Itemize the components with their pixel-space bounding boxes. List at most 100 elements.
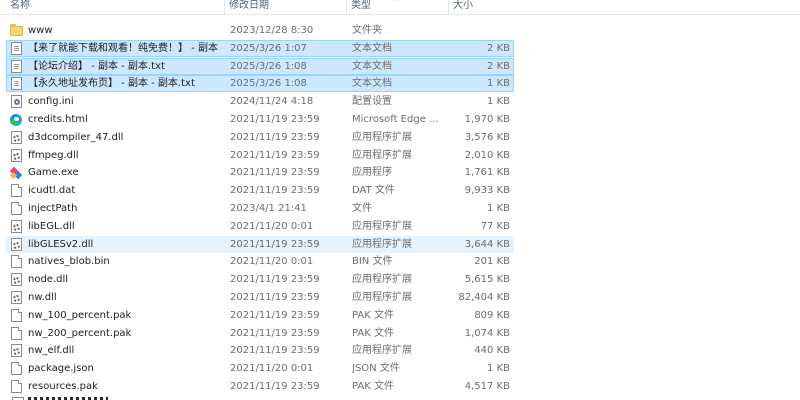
dll-icon (10, 147, 24, 165)
file-row[interactable]: libGLESv2.dll 2021/11/19 23:59 应用程序扩展 3,644… (0, 235, 800, 254)
game-exe-icon (10, 164, 24, 182)
file-date-modified: 2024/11/24 4:18 (230, 96, 314, 108)
file-type: JSON 文件 (352, 363, 400, 375)
file-size: 1 KB (487, 78, 510, 90)
file-row[interactable]: nw_elf.dll 2021/11/19 23:59 应用程序扩展 440 KB (0, 342, 800, 360)
file-size: 1 KB (487, 363, 510, 375)
file-row[interactable]: credits.html 2021/11/19 23:59 Microsoft Ed… (0, 111, 800, 129)
file-name: package.json (28, 363, 94, 375)
file-size (448, 22, 510, 40)
edge-icon (10, 111, 24, 129)
dll-icon (10, 271, 24, 289)
file-name: node.dll (28, 274, 69, 286)
file-row[interactable]: injectPath 2023/4/1 21:41 文件 1 KB (0, 200, 800, 218)
file-type: PAK 文件 (352, 380, 394, 392)
column-header-bar: 名称 修改日期 类型 ^ 大小 (0, 0, 800, 15)
file-size: 1 KB (487, 96, 510, 108)
column-header-date-modified[interactable]: 修改日期 (224, 0, 344, 14)
file-size: 809 KB (474, 309, 510, 321)
file-name: nw_200_percent.pak (28, 327, 132, 339)
file-row[interactable]: natives_blob.bin 2021/11/20 0:01 BIN 文件 201… (0, 253, 800, 271)
dll-icon (10, 218, 24, 236)
file-type: 配置设置 (352, 96, 392, 108)
file-row[interactable]: package.json 2021/11/20 0:01 JSON 文件 1 KB (0, 360, 800, 378)
file-date-modified: 2021/11/19 23:59 (230, 309, 320, 321)
dll-icon (10, 129, 24, 147)
file-type: 应用程序扩展 (352, 131, 412, 143)
file-name: Game.exe (28, 167, 79, 179)
file-size: 2,010 KB (464, 149, 510, 161)
text-document-icon (10, 75, 24, 93)
file-row[interactable]: 【论坛介绍】 - 副本 - 副本.txt 2025/3/26 1:08 文本文档 2 … (0, 57, 800, 76)
file-name: nw_elf.dll (28, 345, 75, 357)
file-name: libEGL.dll (28, 220, 75, 232)
file-size: 3,644 KB (464, 238, 510, 250)
file-size: 201 KB (474, 256, 510, 268)
file-size: 1 KB (487, 202, 510, 214)
file-name: d3dcompiler_47.dll (28, 131, 124, 143)
file-explorer: 名称 修改日期 类型 ^ 大小 www 2023/12/28 8:30 文件夹 【来了… (0, 0, 800, 400)
file-size: 9,933 KB (464, 185, 510, 197)
file-row[interactable]: nw.dll 2021/11/19 23:59 应用程序扩展 82,404 KB (0, 289, 800, 307)
file-date-modified: 2021/11/19 23:59 (230, 274, 320, 286)
file-size: 77 KB (480, 220, 510, 232)
blank-file-icon (10, 253, 24, 271)
settings-file-icon (10, 93, 24, 111)
file-name: natives_blob.bin (28, 256, 110, 268)
file-type: 文本文档 (352, 78, 392, 90)
file-type: 应用程序扩展 (352, 238, 412, 250)
blank-file-icon (10, 325, 24, 343)
file-row[interactable]: resources.pak 2021/11/19 23:59 PAK 文件 4,517… (0, 378, 800, 396)
file-date-modified: 2021/11/19 23:59 (230, 291, 320, 303)
file-row[interactable]: ffmpeg.dll 2021/11/19 23:59 应用程序扩展 2,010 KB (0, 147, 800, 165)
file-name: www (28, 25, 53, 36)
file-name: injectPath (28, 202, 78, 214)
file-type: 应用程序扩展 (352, 291, 412, 303)
blank-file-icon (10, 378, 24, 396)
file-row[interactable]: libEGL.dll 2021/11/20 0:01 应用程序扩展 77 KB (0, 218, 800, 236)
file-name: resources.pak (28, 380, 98, 392)
file-row[interactable]: nw_200_percent.pak 2021/11/19 23:59 PAK 文件… (0, 325, 800, 343)
file-name: ffmpeg.dll (28, 149, 79, 161)
column-header-size[interactable]: 大小 (448, 0, 514, 14)
column-header-name[interactable]: 名称 (6, 0, 222, 14)
file-date-modified: 2021/11/19 23:59 (230, 167, 320, 179)
file-row[interactable]: icudtl.dat 2021/11/19 23:59 DAT 文件 9,933 KB (0, 182, 800, 200)
blank-file-icon (10, 307, 24, 325)
file-row[interactable]: config.ini 2024/11/24 4:18 配置设置 1 KB (0, 93, 800, 111)
folder-icon (10, 22, 24, 40)
file-name: 【永久地址发布页】 - 副本 - 副本.txt (28, 78, 195, 90)
file-date-modified: 2021/11/19 23:59 (230, 131, 320, 143)
file-date-modified: 2021/11/19 23:59 (230, 149, 320, 161)
file-row[interactable]: Game.exe 2021/11/19 23:59 应用程序 1,761 KB (0, 164, 800, 182)
file-size: 1,970 KB (464, 113, 510, 125)
file-type: PAK 文件 (352, 327, 394, 339)
file-date-modified: 2021/11/19 23:59 (230, 185, 320, 197)
file-type: PAK 文件 (352, 309, 394, 321)
file-date-modified: 2021/11/19 23:59 (230, 345, 320, 357)
file-size: 2 KB (487, 42, 510, 54)
file-date-modified: 2025/3/26 1:08 (230, 60, 307, 72)
file-date-modified: 2021/11/20 0:01 (230, 363, 314, 375)
file-type: Microsoft Edge ... (352, 113, 439, 125)
file-name: nw.dll (28, 291, 57, 303)
file-row[interactable]: 【永久地址发布页】 - 副本 - 副本.txt 2025/3/26 1:08 文本文… (0, 75, 800, 93)
file-row[interactable]: nw_100_percent.pak 2021/11/19 23:59 PAK 文件… (0, 307, 800, 325)
file-size: 1,074 KB (464, 327, 510, 339)
file-row[interactable]: d3dcompiler_47.dll 2021/11/19 23:59 应用程序扩展… (0, 129, 800, 147)
file-name: icudtl.dat (28, 185, 76, 197)
file-row[interactable]: www 2023/12/28 8:30 文件夹 (0, 22, 800, 40)
file-type: 文件夹 (352, 25, 382, 36)
file-name: nw_100_percent.pak (28, 309, 132, 321)
file-date-modified: 2021/11/20 0:01 (230, 220, 314, 232)
file-row[interactable]: node.dll 2021/11/19 23:59 应用程序扩展 5,615 KB (0, 271, 800, 289)
file-date-modified: 2021/11/20 0:01 (230, 256, 314, 268)
blank-file-icon (10, 200, 24, 218)
file-size: 4,517 KB (464, 380, 510, 392)
blank-file-icon (10, 360, 24, 378)
file-name: credits.html (28, 113, 88, 125)
file-row[interactable]: 【来了就能下载和观看！纯免费！】 - 副本 - 副本.txt 2025/3/26 … (0, 39, 800, 58)
dll-icon (10, 236, 24, 254)
file-size: 440 KB (474, 345, 510, 357)
dll-icon (10, 342, 24, 360)
